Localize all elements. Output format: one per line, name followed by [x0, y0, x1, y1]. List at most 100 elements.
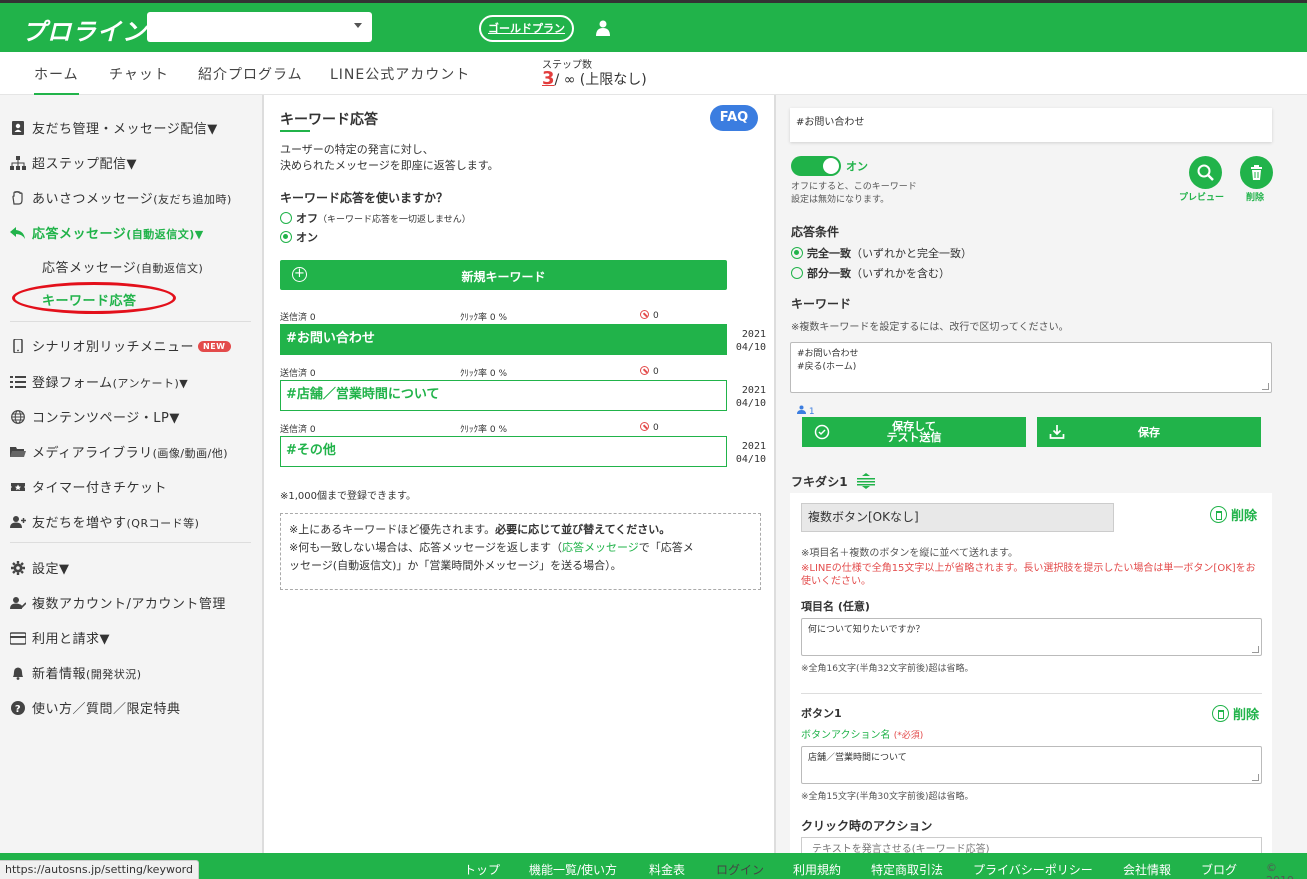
sidebar-sub-auto-reply[interactable]: 応答メッセージ(自動返信文) [42, 257, 203, 276]
sidebar-item-label: 友だち管理・メッセージ配信▼ [32, 122, 218, 137]
click-action-select[interactable]: テキストを発言させる(キーワード応答) [801, 837, 1262, 853]
sidebar-item-form[interactable]: 登録フォーム(アンケート)▼ [10, 372, 188, 391]
sidebar-item-help[interactable]: ? 使い方／質問／限定特典 [10, 698, 181, 717]
resize-grip[interactable] [1252, 774, 1259, 781]
fukidashi-title: フキダシ1 [791, 473, 876, 490]
keyword-item[interactable]: #お問い合わせ [280, 324, 727, 355]
drag-handle-icon[interactable] [856, 473, 876, 489]
item-name-field[interactable]: 何について知りたいですか？ [801, 618, 1262, 656]
sidebar-item-media[interactable]: メディアライブラリ(画像/動画/他) [10, 442, 228, 461]
sidebar-item-contents[interactable]: コンテンツページ・LP▼ [10, 407, 180, 426]
fukidashi-type-select[interactable]: 複数ボタン[OKなし] [801, 503, 1114, 532]
click-action-title: クリック時のアクション [801, 819, 933, 833]
address-book-icon [12, 121, 24, 135]
footer-link-privacy[interactable]: プライバシーポリシー [973, 861, 1093, 878]
preview-label: プレビュー [1179, 193, 1225, 203]
toggle-note: オフにすると、このキーワード 設定は無効になります。 [791, 181, 917, 207]
page-title: キーワード応答 [280, 112, 378, 128]
delete-fukidashi-link[interactable]: 削除 [1210, 505, 1257, 524]
plan-badge[interactable]: ゴールドプラン [479, 15, 574, 42]
sidebar-item-friends[interactable]: 友だち管理・メッセージ配信▼ [10, 118, 218, 137]
keyword-year: 2021 [741, 385, 766, 396]
sidebar-item-accounts[interactable]: 複数アカウント/アカウント管理 [10, 593, 226, 612]
sidebar-item-billing[interactable]: 利用と請求▼ [10, 628, 110, 647]
footer-link-blog[interactable]: ブログ [1201, 861, 1237, 878]
radio-exact[interactable] [791, 247, 803, 259]
ticket-icon [11, 483, 25, 491]
option-off[interactable]: オフ（キーワード応答を一切返しません） [280, 210, 471, 226]
new-keyword-button[interactable]: + 新規キーワード [280, 260, 727, 290]
radio-off[interactable] [280, 212, 292, 224]
note-line: ッセージ(自動返信文)」か「営業時間外メッセージ」を送る場合）。 [289, 559, 622, 572]
keyword-day: 04/10 [735, 454, 766, 465]
sidebar-item-add-friends[interactable]: 友だちを増やす(QRコード等) [10, 512, 199, 531]
sidebar-item-news[interactable]: 新着情報(開発状況) [10, 663, 142, 682]
footer-link-login[interactable]: ログイン [716, 861, 764, 878]
account-select[interactable] [147, 12, 372, 42]
auto-reply-link[interactable]: 応答メッセージ [562, 541, 639, 554]
condition-exact[interactable]: 完全一致（いずれかと完全一致） [791, 245, 972, 261]
sidebar-item-auto-reply[interactable]: 応答メッセージ(自動返信文)▼ [10, 223, 204, 242]
sidebar-item-super-step[interactable]: 超ステップ配信▼ [10, 153, 137, 172]
keyword-textarea[interactable]: #お問い合わせ #戻る(ホーム) [790, 342, 1272, 393]
sidebar-item-ticket[interactable]: タイマー付きチケット [10, 477, 167, 496]
sidebar-item-note: (開発状況) [86, 668, 142, 681]
sidebar-item-label: 設定▼ [32, 562, 70, 577]
step-count-used[interactable]: 3 [542, 68, 555, 89]
save-and-test-button[interactable]: 保存して テスト送信 [802, 417, 1026, 447]
sidebar-item-label: 応答メッセージ [32, 227, 127, 242]
resize-grip[interactable] [1262, 383, 1269, 390]
sidebar-item-note: (自動返信文)▼ [126, 228, 204, 241]
sidebar-divider [10, 542, 251, 543]
footer-link-features[interactable]: 機能一覧/使い方 [529, 861, 617, 878]
toggle-knob [823, 158, 839, 174]
cond-exact-note: （いずれかと完全一致） [851, 247, 972, 260]
tab-home[interactable]: ホーム [34, 64, 79, 95]
footer-link-company[interactable]: 会社情報 [1123, 861, 1171, 878]
keyword-date: 2021 04/10 [732, 384, 766, 410]
keyword-day: 04/10 [735, 342, 766, 353]
footer-link-pricing[interactable]: 料金表 [649, 861, 685, 878]
tab-line-official[interactable]: LINE公式アカウント [330, 64, 470, 84]
enabled-toggle[interactable] [791, 156, 841, 176]
delete-keyword-button[interactable] [1240, 156, 1273, 189]
save-label: 保存 [1138, 425, 1160, 439]
footer-link-top[interactable]: トップ [464, 861, 500, 878]
keyword-item[interactable]: #店舗／営業時間について [280, 380, 727, 411]
chevron-down-icon [354, 23, 362, 28]
condition-partial[interactable]: 部分一致（いずれかを含む） [791, 265, 950, 281]
preview-button[interactable] [1189, 156, 1222, 189]
click-rate: ｸﾘｯｸ率 0 % [460, 369, 507, 379]
app-logo[interactable]: プロライン [22, 12, 147, 47]
button-action-label: ボタンアクション名 (*必須) [801, 726, 923, 741]
user-icon[interactable] [596, 20, 610, 36]
selected-keyword-card: #お問い合わせ [790, 108, 1272, 142]
button-action-field[interactable]: 店舗／営業時間について [801, 746, 1262, 784]
delete-button1-link[interactable]: 削除 [1212, 704, 1259, 723]
option-on[interactable]: オン [280, 229, 318, 245]
description-line: 決められたメッセージを即座に返答します。 [280, 159, 499, 172]
radio-partial[interactable] [791, 267, 803, 279]
sidebar-item-label: 超ステップ配信▼ [32, 157, 137, 172]
search-icon [1197, 164, 1214, 181]
radio-on[interactable] [280, 231, 292, 243]
sidebar-item-label: 友だちを増やす [32, 516, 127, 531]
bell-icon [13, 667, 23, 680]
footer-link-commerce-law[interactable]: 特定商取引法 [871, 861, 943, 878]
sidebar-item-settings[interactable]: 設定▼ [10, 558, 70, 577]
page-description: ユーザーの特定の発言に対し、 決められたメッセージを即座に返答します。 [280, 142, 499, 174]
item-name-value: 何について知りたいですか？ [808, 625, 925, 635]
sidebar-item-label: あいさつメッセージ [32, 192, 154, 207]
tab-chat[interactable]: チャット [109, 64, 169, 84]
keyword-item[interactable]: #その他 [280, 436, 727, 467]
faq-button[interactable]: FAQ [710, 105, 758, 131]
trash-icon [1212, 705, 1229, 722]
mobile-icon [13, 339, 23, 353]
resize-grip[interactable] [1252, 646, 1259, 653]
sidebar-item-rich-menu[interactable]: シナリオ別リッチメニュー NEW [10, 336, 231, 355]
sidebar-item-greeting[interactable]: あいさつメッセージ(友だち追加時) [10, 188, 232, 207]
save-button[interactable]: 保存 [1037, 417, 1261, 447]
note-text: ※何も一致しない場合は、応答メッセージを返します（ [289, 541, 562, 554]
footer-link-terms[interactable]: 利用規約 [793, 861, 841, 878]
tab-referral[interactable]: 紹介プログラム [198, 64, 303, 84]
